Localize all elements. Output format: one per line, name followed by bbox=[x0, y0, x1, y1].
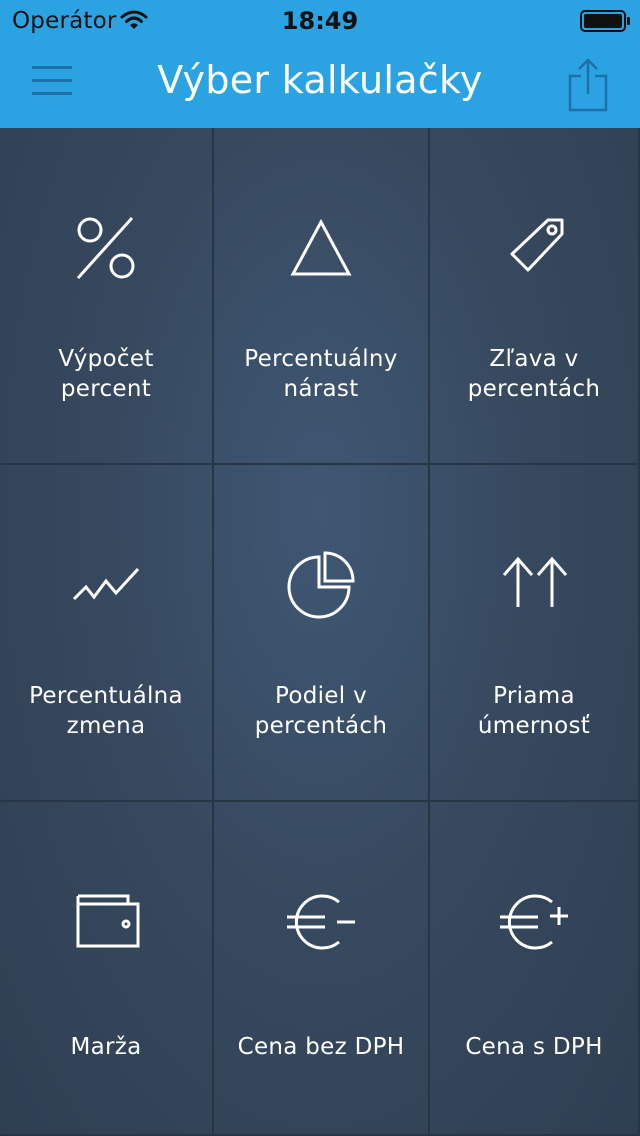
calculator-grid: Výpočet percent Percentuálny nárast Zľav… bbox=[0, 128, 640, 1136]
calculator-label: Percentuálny nárast bbox=[244, 346, 398, 402]
calculator-label: Cena bez DPH bbox=[237, 1034, 405, 1060]
calculator-tile-discount[interactable]: Zľava v percentách bbox=[430, 128, 640, 465]
battery-icon bbox=[580, 10, 630, 32]
calculator-tile-percent-increase[interactable]: Percentuálny nárast bbox=[214, 128, 430, 465]
price-tag-icon bbox=[494, 208, 574, 288]
up-arrows-icon bbox=[494, 545, 574, 625]
page-title: Výber kalkulačky bbox=[157, 58, 483, 102]
calculator-tile-price-with-vat[interactable]: Cena s DPH bbox=[430, 802, 640, 1136]
calculator-label: Podiel v percentách bbox=[254, 683, 388, 739]
pie-chart-icon bbox=[281, 545, 361, 625]
calculator-label: Cena s DPH bbox=[465, 1034, 603, 1060]
status-bar: Operátor 18:49 bbox=[0, 0, 640, 40]
share-icon bbox=[568, 58, 608, 112]
status-time: 18:49 bbox=[281, 7, 359, 35]
euro-minus-icon bbox=[281, 882, 361, 962]
hamburger-menu-icon bbox=[32, 66, 72, 95]
navigation-bar: Výber kalkulačky bbox=[0, 40, 640, 128]
calculator-tile-margin[interactable]: Marža bbox=[0, 802, 214, 1136]
calculator-label: Percentuálna zmena bbox=[29, 683, 183, 739]
trend-line-icon bbox=[66, 545, 146, 625]
euro-plus-icon bbox=[494, 882, 574, 962]
app-header: Operátor 18:49 Výber kalkulačky bbox=[0, 0, 640, 128]
menu-button[interactable] bbox=[22, 56, 82, 106]
calculator-label: Marža bbox=[70, 1034, 142, 1060]
share-button[interactable] bbox=[556, 50, 620, 114]
triangle-delta-icon bbox=[281, 208, 361, 288]
calculator-tile-percent[interactable]: Výpočet percent bbox=[0, 128, 214, 465]
calculator-tile-direct-proportion[interactable]: Priama úmernosť bbox=[430, 465, 640, 802]
calculator-label: Zľava v percentách bbox=[467, 346, 601, 402]
calculator-label: Priama úmernosť bbox=[477, 683, 591, 739]
calculator-tile-percent-change[interactable]: Percentuálna zmena bbox=[0, 465, 214, 802]
calculator-label: Výpočet percent bbox=[58, 346, 154, 402]
calculator-tile-percent-share[interactable]: Podiel v percentách bbox=[214, 465, 430, 802]
calculator-tile-price-without-vat[interactable]: Cena bez DPH bbox=[214, 802, 430, 1136]
percent-icon bbox=[66, 208, 146, 288]
wallet-icon bbox=[66, 882, 146, 962]
